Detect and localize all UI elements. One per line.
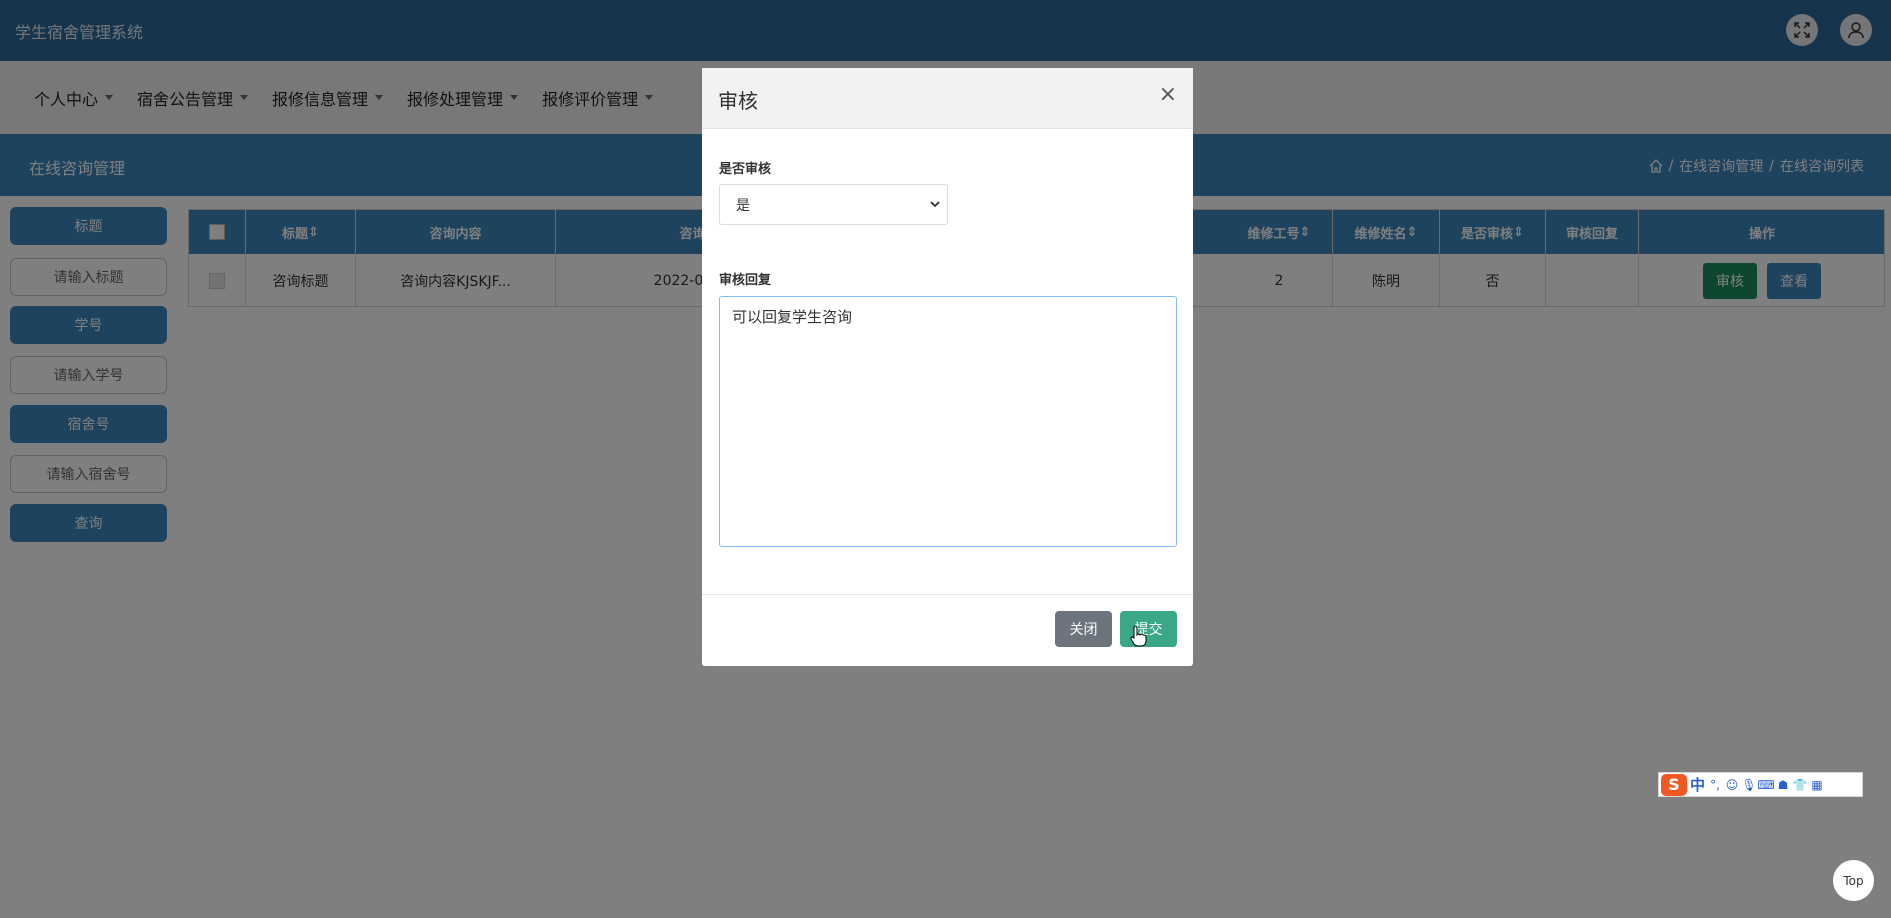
grid-icon[interactable]: ▦ xyxy=(1810,778,1824,792)
ime-toolbar: S 中 °, ☺ 🎙 ⌨ ☗ 👕 ▦ xyxy=(1658,772,1863,797)
skin-icon[interactable]: 👕 xyxy=(1793,778,1808,792)
modal-title: 审核 xyxy=(718,89,758,113)
modal-footer-divider xyxy=(702,594,1193,595)
microphone-icon[interactable]: 🎙 xyxy=(1741,778,1756,792)
select-value: 是 xyxy=(736,197,750,214)
keyboard-icon[interactable]: ⌨ xyxy=(1757,778,1774,792)
close-icon[interactable]: × xyxy=(1159,84,1177,106)
punctuation-icon[interactable]: °, xyxy=(1708,778,1722,792)
close-button[interactable]: 关闭 xyxy=(1055,611,1112,647)
sogou-logo-icon[interactable]: S xyxy=(1661,773,1687,796)
chevron-down-icon xyxy=(930,201,940,208)
audit-modal: 审核 × 是否审核 是 审核回复 可以回复学生咨询 关闭 提交 xyxy=(702,68,1193,666)
hand-cursor-icon xyxy=(1130,625,1147,647)
modal-header: 审核 × xyxy=(702,68,1193,129)
emoji-icon[interactable]: ☺ xyxy=(1725,778,1739,792)
audit-status-label: 是否审核 xyxy=(719,162,772,177)
audit-reply-label: 审核回复 xyxy=(719,273,772,288)
audit-status-select[interactable]: 是 xyxy=(719,184,948,225)
audit-reply-textarea[interactable]: 可以回复学生咨询 xyxy=(719,296,1177,547)
ime-mode[interactable]: 中 xyxy=(1690,774,1705,795)
back-to-top-button[interactable]: Top xyxy=(1833,860,1874,901)
user-tool-icon[interactable]: ☗ xyxy=(1776,778,1790,792)
